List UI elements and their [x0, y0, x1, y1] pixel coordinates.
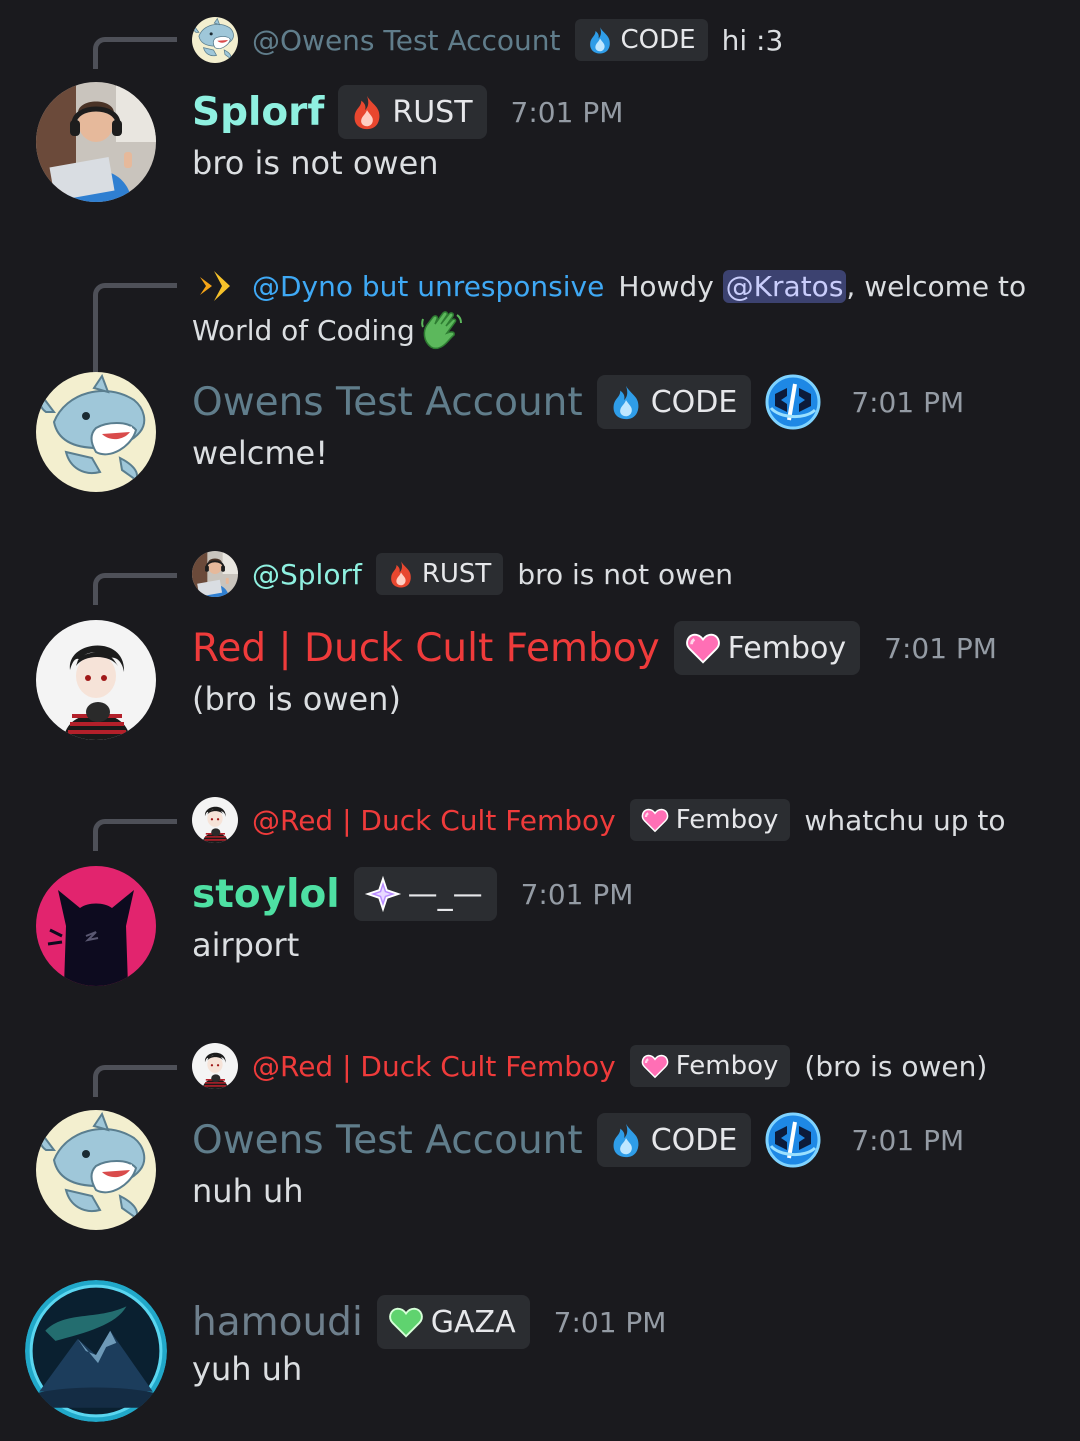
avatar[interactable]: [36, 82, 156, 202]
message-content: yuh uh: [192, 1350, 303, 1388]
reply-preview[interactable]: @Red | Duck Cult Femboy Femboy whatchu u…: [192, 798, 1006, 842]
guild-tag-label: Femboy: [727, 630, 847, 666]
message-header: Owens Test Account CODE 7:01 PM: [192, 1110, 964, 1170]
avatar[interactable]: [36, 1110, 156, 1230]
red-mini-avatar[interactable]: [192, 797, 238, 843]
timestamp[interactable]: 7:01 PM: [554, 1306, 667, 1339]
reply-spine: [93, 37, 177, 69]
timestamp[interactable]: 7:01 PM: [884, 632, 997, 665]
username[interactable]: Owens Test Account: [192, 380, 583, 425]
reply-spine: [93, 819, 177, 851]
reply-preview[interactable]: @Owens Test Account CODE hi :3: [192, 18, 783, 62]
message-header: stoylol —_— 7:01 PM: [192, 864, 633, 924]
code-brackets-icon[interactable]: [765, 374, 821, 430]
guild-tag-label: CODE: [650, 1122, 738, 1158]
avatar[interactable]: [36, 620, 156, 740]
blue-flame-icon: [607, 1121, 645, 1159]
avatar[interactable]: [36, 866, 156, 986]
username[interactable]: hamoudi: [192, 1300, 363, 1345]
message-header: Owens Test Account CODE 7:01 PM: [192, 372, 964, 432]
sparkle-icon: [364, 875, 402, 913]
blue-flame-icon: [585, 25, 615, 55]
guild-tag[interactable]: Femboy: [673, 621, 861, 675]
pink-heart-icon: [684, 629, 722, 667]
reply-username[interactable]: @Red | Duck Cult Femboy: [252, 1050, 616, 1083]
username[interactable]: Red | Duck Cult Femboy: [192, 626, 660, 671]
reply-tag-label: Femboy: [675, 805, 779, 835]
timestamp[interactable]: 7:01 PM: [511, 96, 624, 129]
chat-log: @Owens Test Account CODE hi :3 Splorf RU…: [0, 0, 1080, 1441]
username[interactable]: Splorf: [192, 90, 324, 135]
reply-preview-line2: World of Coding: [192, 308, 465, 352]
pink-heart-icon: [640, 805, 670, 835]
message-header: hamoudi GAZA 7:01 PM: [192, 1292, 666, 1352]
message-content: (bro is owen): [192, 680, 401, 718]
red-flame-icon: [348, 93, 386, 131]
guild-tag[interactable]: GAZA: [376, 1295, 530, 1349]
splorf-mini-avatar[interactable]: [192, 551, 238, 597]
reply-tag: CODE: [574, 19, 708, 61]
message-content: bro is not owen: [192, 144, 439, 182]
waving-hand-emoji: [419, 309, 465, 351]
reply-text-suffix: , welcome to: [846, 269, 1027, 303]
guild-tag-label: CODE: [650, 384, 738, 420]
reply-preview[interactable]: @Red | Duck Cult Femboy Femboy (bro is o…: [192, 1044, 987, 1088]
guild-tag[interactable]: RUST: [338, 85, 487, 139]
guild-tag-label: RUST: [392, 94, 473, 130]
pink-heart-icon: [640, 1051, 670, 1081]
reply-text: whatchu up to: [804, 803, 1006, 837]
guild-tag-label: —_—: [407, 876, 483, 912]
reply-username[interactable]: @Owens Test Account: [252, 24, 561, 57]
username[interactable]: stoylol: [192, 872, 340, 917]
reply-text: hi :3: [721, 23, 784, 57]
reply-tag-label: CODE: [620, 25, 696, 55]
message-content: nuh uh: [192, 1172, 304, 1210]
timestamp[interactable]: 7:01 PM: [851, 386, 964, 419]
red-flame-icon: [386, 559, 416, 589]
reply-tag: Femboy: [629, 1045, 791, 1087]
code-brackets-icon[interactable]: [765, 1112, 821, 1168]
reply-username[interactable]: @Red | Duck Cult Femboy: [252, 804, 616, 837]
reply-spine: [93, 283, 177, 383]
reply-tag-label: RUST: [421, 559, 492, 589]
reply-text-line2: World of Coding: [192, 313, 415, 347]
reply-tag-label: Femboy: [675, 1051, 779, 1081]
user-mention[interactable]: @Kratos: [722, 269, 847, 303]
reply-tag: RUST: [375, 553, 504, 595]
guild-tag[interactable]: CODE: [596, 375, 752, 429]
reply-username[interactable]: @Dyno but unresponsive: [252, 270, 604, 303]
reply-preview[interactable]: @Splorf RUST bro is not owen: [192, 552, 733, 596]
guild-tag[interactable]: CODE: [596, 1113, 752, 1167]
shark-mini-avatar[interactable]: [192, 17, 238, 63]
guild-tag[interactable]: —_—: [353, 867, 497, 921]
message-header: Splorf RUST 7:01 PM: [192, 82, 623, 142]
reply-text: bro is not owen: [517, 557, 734, 591]
red-mini-avatar[interactable]: [192, 1043, 238, 1089]
dyno-diamond-icon: [192, 263, 238, 309]
message-content: welcme!: [192, 434, 329, 472]
timestamp[interactable]: 7:01 PM: [521, 878, 634, 911]
avatar[interactable]: [25, 1280, 167, 1422]
blue-flame-icon: [607, 383, 645, 421]
reply-spine: [93, 573, 177, 605]
reply-preview[interactable]: @Dyno but unresponsive Howdy @Kratos, we…: [192, 264, 1026, 308]
message-header: Red | Duck Cult Femboy Femboy 7:01 PM: [192, 618, 997, 678]
message-content: airport: [192, 926, 300, 964]
reply-spine: [93, 1065, 177, 1097]
reply-username[interactable]: @Splorf: [252, 558, 362, 591]
avatar[interactable]: [36, 372, 156, 492]
username[interactable]: Owens Test Account: [192, 1118, 583, 1163]
reply-text-prefix: Howdy: [618, 269, 723, 303]
reply-text: (bro is owen): [804, 1049, 988, 1083]
guild-tag-label: GAZA: [430, 1304, 516, 1340]
reply-tag: Femboy: [629, 799, 791, 841]
reply-text: Howdy @Kratos, welcome to: [618, 269, 1027, 303]
timestamp[interactable]: 7:01 PM: [851, 1124, 964, 1157]
green-heart-icon: [387, 1303, 425, 1341]
